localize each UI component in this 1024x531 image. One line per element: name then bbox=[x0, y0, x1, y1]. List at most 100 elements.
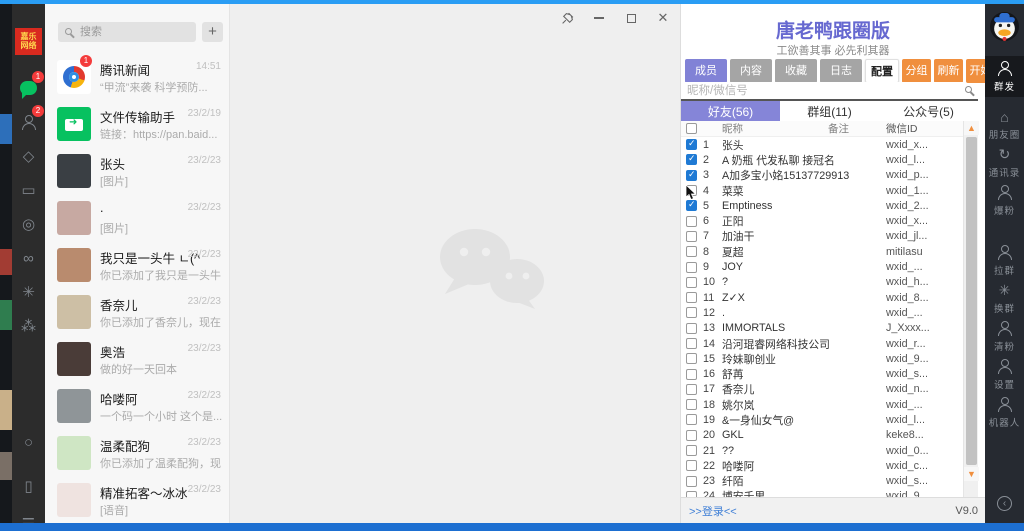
table-row[interactable]: 22 哈喽阿 wxid_c... bbox=[681, 458, 963, 473]
row-checkbox[interactable] bbox=[686, 369, 697, 380]
table-row[interactable]: 19 &一身仙女气@ wxid_l... bbox=[681, 412, 963, 427]
member-type-tab[interactable]: 群组(11) bbox=[780, 101, 879, 121]
chat-list-item[interactable]: 我只是一头牛 ㄴ(^o 23/2/23 你已添加了我只是一头牛... bbox=[45, 242, 230, 289]
sparkle-icon[interactable]: ⁂ bbox=[12, 314, 45, 338]
chat-list-item[interactable]: 文件传输助手 23/2/19 链接：https://pan.baid... bbox=[45, 101, 230, 148]
tool-button[interactable]: 成员 bbox=[685, 59, 727, 83]
chat-bubble-icon[interactable]: 1 bbox=[12, 76, 45, 100]
collapse-icon[interactable]: ‹ bbox=[997, 496, 1012, 511]
chat-list-item[interactable]: 温柔配狗 23/2/23 你已添加了温柔配狗，现... bbox=[45, 430, 230, 477]
table-row[interactable]: 15 玲妹聊创业 wxid_9... bbox=[681, 351, 963, 366]
robot-icon[interactable]: 机器人 bbox=[985, 392, 1024, 433]
gear-icon[interactable]: ✳ bbox=[12, 280, 45, 304]
contacts-sync-icon[interactable]: ↻ 通讯录 bbox=[985, 142, 1024, 183]
table-row[interactable]: 17 香奈儿 wxid_n... bbox=[681, 382, 963, 397]
link-circle-icon[interactable]: ○ bbox=[12, 430, 45, 454]
table-row[interactable]: 5 Emptiness wxid_2... bbox=[681, 198, 963, 213]
search-input[interactable] bbox=[58, 22, 196, 42]
row-checkbox[interactable] bbox=[686, 338, 697, 349]
settings-icon[interactable]: 设置 bbox=[985, 354, 1024, 395]
scroll-down-icon[interactable]: ▼ bbox=[964, 467, 979, 481]
table-row[interactable]: 4 菜菜 wxid_1... bbox=[681, 183, 963, 198]
table-row[interactable]: 20 GKL keke8... bbox=[681, 428, 963, 443]
table-row[interactable]: 12 . wxid_... bbox=[681, 305, 963, 320]
table-row[interactable]: 3 A加多宝小姳15137729913 wxid_p... bbox=[681, 168, 963, 183]
row-checkbox[interactable] bbox=[686, 292, 697, 303]
table-row[interactable]: 9 JOY wxid_... bbox=[681, 259, 963, 274]
table-row[interactable]: 16 舒苒 wxid_s... bbox=[681, 366, 963, 381]
member-type-tab[interactable]: 公众号(5) bbox=[879, 101, 978, 121]
table-row[interactable]: 2 A 奶瓶 代发私聊 接冠名 wxid_l... bbox=[681, 152, 963, 167]
row-checkbox[interactable] bbox=[686, 323, 697, 334]
member-type-tab[interactable]: 好友(56) bbox=[681, 101, 780, 121]
scroll-up-icon[interactable]: ▲ bbox=[964, 121, 979, 135]
rail-label: 爆粉 bbox=[994, 203, 1015, 217]
chat-list-item[interactable]: 哈喽阿 23/2/23 一个码一个小时 这个是... bbox=[45, 383, 230, 430]
moments-aperture-icon[interactable]: ◎ bbox=[12, 212, 45, 236]
tool-button[interactable]: 日志 bbox=[820, 59, 862, 83]
row-checkbox[interactable] bbox=[686, 246, 697, 257]
tool-button[interactable]: 分组 bbox=[902, 59, 931, 83]
chat-list-item[interactable]: 精准拓客～冰冰 23/2/23 [语音] bbox=[45, 477, 230, 523]
table-row[interactable]: 11 Z✓X wxid_8... bbox=[681, 290, 963, 305]
scrollbar-thumb[interactable] bbox=[966, 137, 977, 465]
table-row[interactable]: 1 张头 wxid_x... bbox=[681, 137, 963, 152]
row-checkbox[interactable] bbox=[686, 414, 697, 425]
row-checkbox[interactable] bbox=[686, 460, 697, 471]
folder-icon[interactable]: ▭ bbox=[12, 178, 45, 202]
broadcast-icon[interactable]: 群发 bbox=[985, 56, 1024, 97]
row-checkbox[interactable] bbox=[686, 139, 697, 150]
row-checkbox[interactable] bbox=[686, 170, 697, 181]
clean-fans-icon[interactable]: 清粉 bbox=[985, 316, 1024, 357]
add-chat-button[interactable]: + bbox=[202, 22, 223, 42]
table-row[interactable]: 21 ?? wxid_0... bbox=[681, 443, 963, 458]
table-row[interactable]: 14 沿河琨睿网络科技公司 wxid_r... bbox=[681, 336, 963, 351]
close-button[interactable]: ✕ bbox=[654, 10, 672, 26]
tool-button[interactable]: 收藏 bbox=[775, 59, 817, 83]
row-checkbox[interactable] bbox=[686, 384, 697, 395]
row-checkbox[interactable] bbox=[686, 445, 697, 456]
tool-button[interactable]: 刷新 bbox=[934, 59, 963, 83]
pull-group-icon[interactable]: 拉群 bbox=[985, 240, 1024, 281]
switch-group-icon[interactable]: ✳ 换群 bbox=[985, 278, 1024, 319]
row-checkbox[interactable] bbox=[686, 231, 697, 242]
row-checkbox[interactable] bbox=[686, 216, 697, 227]
table-row[interactable]: 24 博安千里 wxid_9... bbox=[681, 489, 963, 497]
add-fans-icon[interactable]: 爆粉 bbox=[985, 180, 1024, 221]
row-checkbox[interactable] bbox=[686, 399, 697, 410]
pin-icon[interactable] bbox=[558, 10, 576, 26]
table-scrollbar[interactable]: ▲ ▼ bbox=[963, 121, 978, 497]
moments-icon[interactable]: ⌂ 朋友圈 bbox=[985, 104, 1024, 145]
row-checkbox[interactable] bbox=[686, 307, 697, 318]
chat-list-item[interactable]: 奥浩 23/2/23 做的好一天回本 bbox=[45, 336, 230, 383]
phone-icon[interactable]: ▯ bbox=[12, 474, 45, 498]
chat-list-item[interactable]: 1 腾讯新闻 14:51 “甲流”来袭 科学预防... bbox=[45, 54, 230, 101]
nickname-search-input[interactable] bbox=[685, 82, 965, 100]
minimize-button[interactable] bbox=[590, 10, 608, 26]
bowtie-icon[interactable]: ∞ bbox=[12, 246, 45, 270]
row-checkbox[interactable] bbox=[686, 476, 697, 487]
tool-button[interactable]: 配置 bbox=[865, 59, 899, 83]
table-row[interactable]: 6 正阳 wxid_x... bbox=[681, 213, 963, 228]
row-checkbox[interactable] bbox=[686, 262, 697, 273]
row-checkbox[interactable] bbox=[686, 430, 697, 441]
chat-list-item[interactable]: . 23/2/23 [图片] bbox=[45, 195, 230, 242]
chat-name: 香奈儿 bbox=[100, 295, 138, 314]
login-link[interactable]: >>登录<< bbox=[689, 503, 737, 519]
chat-list-item[interactable]: 香奈儿 23/2/23 你已添加了香奈儿，现在... bbox=[45, 289, 230, 336]
row-checkbox[interactable] bbox=[686, 154, 697, 165]
row-checkbox[interactable] bbox=[686, 277, 697, 288]
row-checkbox[interactable] bbox=[686, 353, 697, 364]
table-row[interactable]: 23 纤陌 wxid_s... bbox=[681, 474, 963, 489]
select-all-checkbox[interactable] bbox=[686, 123, 697, 134]
maximize-button[interactable] bbox=[622, 10, 640, 26]
contacts-icon[interactable]: 2 bbox=[12, 110, 45, 134]
table-row[interactable]: 8 夏超 mitilasu bbox=[681, 244, 963, 259]
table-row[interactable]: 18 姚尔岚 wxid_... bbox=[681, 397, 963, 412]
cube-icon[interactable]: ◇ bbox=[12, 144, 45, 168]
table-row[interactable]: 7 加油干 wxid_jl... bbox=[681, 229, 963, 244]
table-row[interactable]: 13 IMMORTALS J_Xxxx... bbox=[681, 321, 963, 336]
tool-button[interactable]: 内容 bbox=[730, 59, 772, 83]
table-row[interactable]: 10 ? wxid_h... bbox=[681, 275, 963, 290]
chat-list-item[interactable]: 张头 23/2/23 [图片] bbox=[45, 148, 230, 195]
